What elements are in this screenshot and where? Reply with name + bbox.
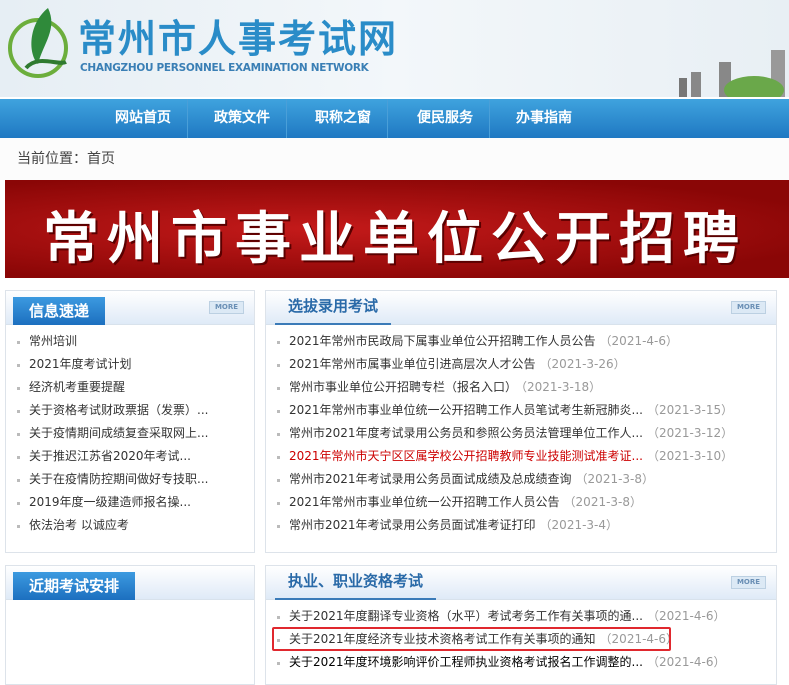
item-link[interactable]: 2021年常州市事业单位统一公开招聘工作人员公告 — [289, 495, 560, 509]
item-link[interactable]: 2021年常州市民政局下属事业单位公开招聘工作人员公告 — [289, 334, 596, 348]
qual-title: 执业、职业资格考试 — [275, 566, 437, 600]
site-subtitle: CHANGZHOU PERSONNEL EXAMINATION NETWORK — [80, 62, 369, 74]
list-item[interactable]: 依法治考 以诚应考 — [17, 514, 254, 537]
item-date: （2021-3-8） — [563, 495, 643, 509]
item-date: （2021-3-12） — [647, 426, 734, 440]
list-item[interactable]: 常州市事业单位公开招聘专栏（报名入口） （2021-3-18） — [277, 376, 776, 399]
list-item[interactable]: 关于推迟江苏省2020年考试... — [17, 445, 254, 468]
info-more-button[interactable]: MORE — [209, 301, 244, 314]
item-link[interactable]: 常州市事业单位公开招聘专栏（报名入口） — [289, 380, 517, 394]
list-item[interactable]: 常州市2021年度考试录用公务员和参照公务员法管理单位工作人... （2021-3… — [277, 422, 776, 445]
list-item[interactable]: 常州市2021年考试录用公务员面试准考证打印 （2021-3-4） — [277, 514, 776, 537]
item-link[interactable]: 关于2021年度翻译专业资格（水平）考试考务工作有关事项的通... — [289, 609, 643, 623]
item-link[interactable]: 2021年度考试计划 — [29, 357, 132, 371]
item-link[interactable]: 2021年常州市事业单位统一公开招聘工作人员笔试考生新冠肺炎... — [289, 403, 643, 417]
nav-services[interactable]: 便民服务 — [401, 99, 490, 138]
recruit-panel: 选拔录用考试 MORE 2021年常州市民政局下属事业单位公开招聘工作人员公告 （2… — [265, 290, 777, 553]
item-link[interactable]: 常州市2021年考试录用公务员面试成绩及总成绩查询 — [289, 472, 572, 486]
list-item[interactable]: 经济机考重要提醒 — [17, 376, 254, 399]
nav-policy[interactable]: 政策文件 — [198, 99, 287, 138]
site-title: 常州市人事考试网 — [78, 16, 399, 61]
item-link[interactable]: 常州培训 — [29, 334, 77, 348]
list-item[interactable]: 关于资格考试财政票据（发票）... — [17, 399, 254, 422]
banner[interactable]: 常州市事业单位公开招聘 — [5, 180, 789, 278]
item-link[interactable]: 2019年度一级建造师报名操... — [29, 495, 191, 509]
item-link[interactable]: 关于在疫情防控期间做好专技职... — [29, 472, 208, 486]
item-link[interactable]: 常州市2021年度考试录用公务员和参照公务员法管理单位工作人... — [289, 426, 643, 440]
list-item[interactable]: 2021年常州市属事业单位引进高层次人才公告 （2021-3-26） — [277, 353, 776, 376]
recruit-more-button[interactable]: MORE — [731, 301, 766, 314]
item-link[interactable]: 关于2021年度环境影响评价工程师执业资格考试报名工作调整的... — [289, 655, 643, 669]
info-panel: 信息速递 MORE 常州培训 2021年度考试计划 经济机考重要提醒关于资格考试财政票… — [5, 290, 255, 553]
item-link[interactable]: 关于疫情期间成绩复查采取网上... — [29, 426, 208, 440]
item-date: （2021-4-6） — [647, 655, 726, 669]
nav-home[interactable]: 网站首页 — [99, 99, 188, 138]
item-date: （2021-3-8） — [575, 472, 655, 486]
list-item[interactable]: 2021年常州市事业单位统一公开招聘工作人员公告 （2021-3-8） — [277, 491, 776, 514]
list-item[interactable]: 常州培训 — [17, 330, 254, 353]
list-item[interactable]: 常州市2021年考试录用公务员面试成绩及总成绩查询 （2021-3-8） — [277, 468, 776, 491]
item-link[interactable]: 关于推迟江苏省2020年考试... — [29, 449, 191, 463]
item-link[interactable]: 2021年常州市天宁区区属学校公开招聘教师专业技能测试准考证... — [289, 449, 643, 463]
logo-icon — [8, 8, 68, 78]
item-date: （2021-4-6） — [647, 609, 726, 623]
item-link[interactable]: 依法治考 以诚应考 — [29, 518, 129, 532]
list-item[interactable]: 2021年常州市民政局下属事业单位公开招聘工作人员公告 （2021-4-6） — [277, 330, 776, 353]
qual-panel: 执业、职业资格考试 MORE 关于2021年度翻译专业资格（水平）考试考务工作有关… — [265, 565, 777, 685]
item-date: （2021-3-4） — [539, 518, 619, 532]
recruit-title: 选拔录用考试 — [275, 291, 392, 325]
breadcrumb: 当前位置：首页 — [0, 138, 789, 180]
item-date: （2021-4-6） — [599, 334, 679, 348]
site-header: 常州市人事考试网 CHANGZHOU PERSONNEL EXAMINATION… — [0, 0, 789, 97]
item-date: （2021-3-10） — [647, 449, 734, 463]
list-item[interactable]: 2021年常州市事业单位统一公开招聘工作人员笔试考生新冠肺炎... （2021-3… — [277, 399, 776, 422]
schedule-panel: 近期考试安排 — [5, 565, 255, 685]
item-date: （2021-3-18） — [521, 380, 602, 394]
city-skyline-icon — [679, 50, 785, 97]
list-item[interactable]: 关于在疫情防控期间做好专技职... — [17, 468, 254, 491]
item-date: （2021-3-15） — [647, 403, 734, 417]
qual-more-button[interactable]: MORE — [731, 576, 766, 589]
schedule-title: 近期考试安排 — [13, 572, 136, 600]
info-title: 信息速递 — [13, 297, 106, 325]
item-link[interactable]: 经济机考重要提醒 — [29, 380, 125, 394]
item-link[interactable]: 关于资格考试财政票据（发票）... — [29, 403, 208, 417]
nav-guide[interactable]: 办事指南 — [500, 99, 588, 138]
main-nav: 网站首页 政策文件 职称之窗 便民服务 办事指南 — [0, 97, 789, 138]
item-date: （2021-3-26） — [539, 357, 626, 371]
list-item[interactable]: 关于2021年度翻译专业资格（水平）考试考务工作有关事项的通... （2021-4… — [277, 605, 776, 628]
list-item[interactable]: 关于疫情期间成绩复查采取网上... — [17, 422, 254, 445]
banner-text: 常州市事业单位公开招聘 — [43, 206, 747, 272]
item-link[interactable]: 常州市2021年考试录用公务员面试准考证打印 — [289, 518, 536, 532]
list-item[interactable]: 2021年度考试计划 — [17, 353, 254, 376]
highlight-box — [272, 627, 671, 651]
list-item[interactable]: 2019年度一级建造师报名操... — [17, 491, 254, 514]
item-link[interactable]: 2021年常州市属事业单位引进高层次人才公告 — [289, 357, 536, 371]
list-item[interactable]: 关于2021年度环境影响评价工程师执业资格考试报名工作调整的... （2021-4… — [277, 651, 776, 674]
nav-titles[interactable]: 职称之窗 — [299, 99, 388, 138]
list-item[interactable]: 2021年常州市天宁区区属学校公开招聘教师专业技能测试准考证... （2021-3… — [277, 445, 776, 468]
